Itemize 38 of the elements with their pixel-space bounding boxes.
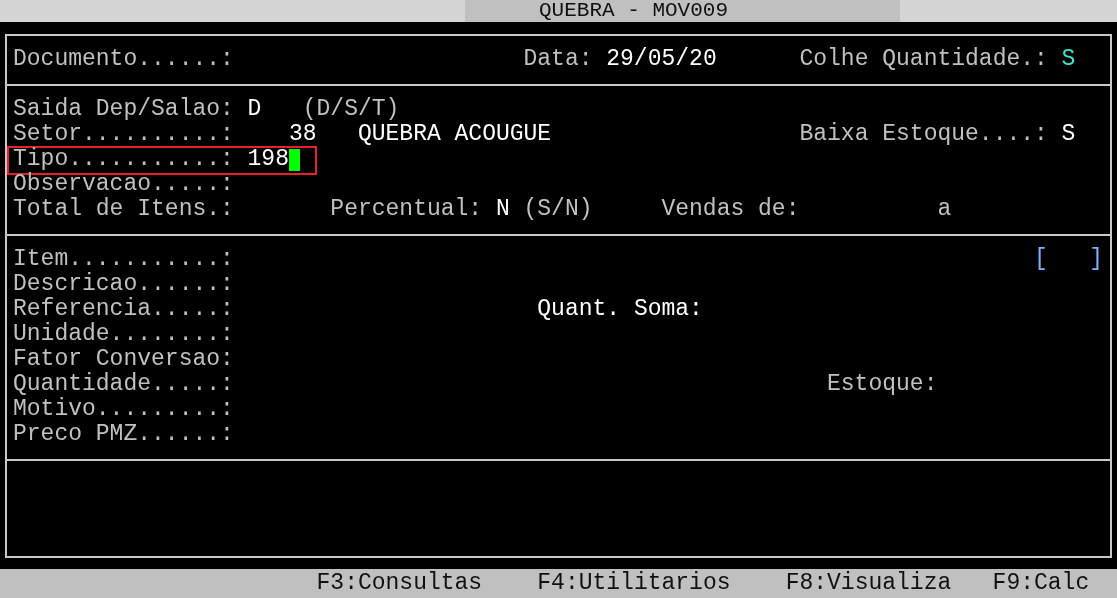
- field-value: S: [1061, 122, 1076, 147]
- field-label: Quant. Soma:: [537, 297, 703, 322]
- field-value: D: [247, 97, 262, 122]
- function-key[interactable]: F8:Visualiza: [785, 571, 952, 596]
- field-label: a: [937, 197, 952, 222]
- field-value: 198: [247, 147, 289, 172]
- field-label: Referencia.....:: [13, 297, 234, 322]
- field-label: Saida Dep/Salao:: [13, 97, 234, 122]
- field-label: Colhe Quantidade.:: [799, 47, 1048, 72]
- field-label: Item...........:: [13, 247, 234, 272]
- field-label: Preco PMZ......:: [13, 422, 234, 447]
- field-label: Percentual:: [330, 197, 483, 222]
- field-label: Setor..........:: [13, 122, 234, 147]
- field-value: S: [1061, 47, 1076, 72]
- field-label: Motivo.........:: [13, 397, 234, 422]
- field-label: Observacao.....:: [13, 172, 234, 197]
- field-label: Vendas de:: [661, 197, 800, 222]
- field-label: (D/S/T): [302, 97, 400, 122]
- field-label: Documento......:: [13, 47, 234, 72]
- field-label: Tipo...........:: [13, 147, 234, 172]
- field-value: 38: [288, 122, 317, 147]
- field-label: Quantidade.....:: [13, 372, 234, 397]
- function-key[interactable]: F4:Utilitarios: [537, 571, 731, 596]
- field-label: Estoque:: [827, 372, 938, 397]
- field-label: (S/N): [523, 197, 593, 222]
- window-title: QUEBRA - MOV009: [539, 0, 728, 22]
- field-value: 29/05/20: [606, 47, 717, 72]
- field-value: QUEBRA ACOUGUE: [357, 122, 552, 147]
- field-label: Total de Itens.:: [13, 197, 234, 222]
- function-key[interactable]: F9:Calc: [992, 571, 1090, 596]
- field-value: N: [495, 197, 510, 222]
- field-label: Descricao......:: [13, 272, 234, 297]
- bracket-field: [ ]: [1033, 247, 1103, 272]
- field-label: Fator Conversao:: [13, 347, 234, 372]
- function-key[interactable]: F3:Consultas: [316, 571, 483, 596]
- field-label: Baixa Estoque....:: [799, 122, 1048, 147]
- field-label: Data:: [523, 47, 593, 72]
- field-label: Unidade........:: [13, 322, 234, 347]
